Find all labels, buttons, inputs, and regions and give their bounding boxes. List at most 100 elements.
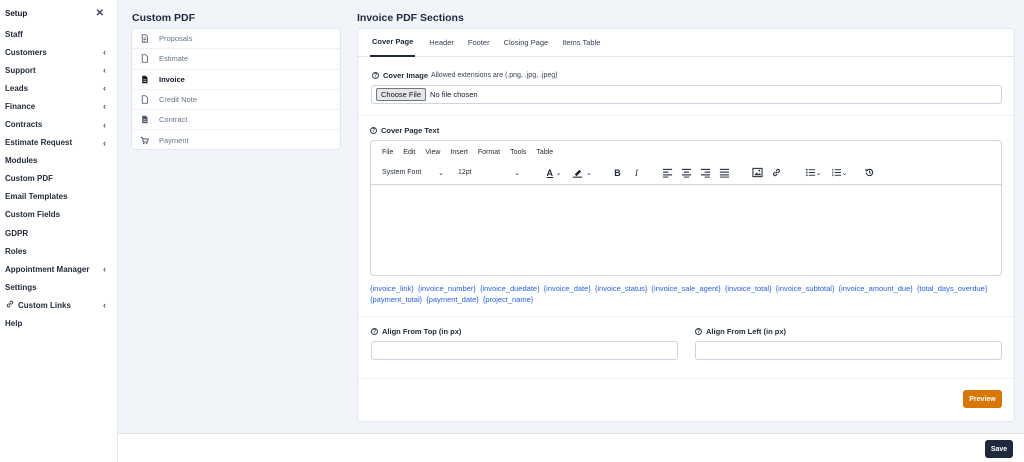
pdf-type-label: Contract <box>159 115 188 125</box>
editor-menu-insert[interactable]: Insert <box>450 149 468 161</box>
pdf-type-proposals[interactable]: Proposals <box>132 29 340 50</box>
sidebar-item-staff[interactable]: Staff <box>0 25 117 43</box>
merge-field-link[interactable]: {invoice_link} <box>370 284 414 293</box>
pdf-type-label: Proposals <box>159 34 193 44</box>
font-family-select[interactable]: System Font ⌄ <box>378 165 448 181</box>
tab-cover-page[interactable]: Cover Page <box>370 29 416 57</box>
tab-footer[interactable]: Footer <box>468 29 490 57</box>
cart-icon <box>140 136 149 145</box>
sidebar-item-label: Email Templates <box>5 192 68 202</box>
text-color-icon[interactable]: A ⌄ <box>540 165 568 181</box>
sidebar-item-label: Finance <box>5 101 36 111</box>
save-button[interactable]: Save <box>985 440 1013 458</box>
font-size-select[interactable]: 12pt ⌄ <box>454 165 524 181</box>
help-icon: ? <box>695 328 702 335</box>
pdf-type-label: Credit Note <box>159 95 197 105</box>
align-left-label: ? Align From Left (in px) <box>695 327 786 336</box>
sidebar-item-custom-links[interactable]: Custom Links ‹ <box>0 296 117 314</box>
sidebar-item-roles[interactable]: Roles <box>0 242 117 260</box>
sidebar-item-label: Customers <box>5 47 47 57</box>
editor-menu-tools[interactable]: Tools <box>510 149 526 161</box>
sidebar-item-finance[interactable]: Finance ‹ <box>0 97 117 115</box>
rich-text-editor: File Edit View Insert Format Tools Table Syste… <box>370 140 1002 276</box>
align-justify-icon[interactable] <box>715 165 734 181</box>
invoice-icon <box>140 75 149 84</box>
editor-menu-format[interactable]: Format <box>478 149 500 161</box>
merge-field-link[interactable]: {invoice_number} <box>418 284 476 293</box>
editor-menu-file[interactable]: File <box>382 149 393 161</box>
merge-field-link[interactable]: {invoice_total} <box>725 284 772 293</box>
editor-menu-view[interactable]: View <box>425 149 440 161</box>
history-icon[interactable] <box>860 165 879 181</box>
merge-field-link[interactable]: {invoice_date} <box>544 284 591 293</box>
sidebar-item-contracts[interactable]: Contracts ‹ <box>0 115 117 133</box>
sidebar-item-label: GDPR <box>5 228 29 238</box>
pdf-type-contract[interactable]: Contract <box>132 110 340 131</box>
sidebar-item-label: Custom PDF <box>5 174 53 184</box>
sidebar-item-label: Modules <box>5 156 38 166</box>
preview-button[interactable]: Preview <box>963 390 1002 408</box>
sidebar-item-appointment-manager[interactable]: Appointment Manager ‹ <box>0 260 117 278</box>
pdf-type-label: Invoice <box>159 74 185 84</box>
numbered-list-icon[interactable]: ⌄ <box>826 165 852 181</box>
pdf-type-list: Proposals Estimate Invoice Credit Note Contr… <box>131 28 341 150</box>
chevron-left-icon: ‹ <box>103 300 106 311</box>
merge-field-link[interactable]: {payment_date} <box>426 295 479 304</box>
editor-menu-edit[interactable]: Edit <box>403 149 415 161</box>
sidebar-item-leads[interactable]: Leads ‹ <box>0 79 117 97</box>
editor-menu-table[interactable]: Table <box>536 149 553 161</box>
image-icon[interactable] <box>748 165 767 181</box>
align-right-icon[interactable] <box>696 165 715 181</box>
sidebar-item-modules[interactable]: Modules <box>0 152 117 170</box>
link-icon[interactable] <box>767 165 786 181</box>
sidebar-item-settings[interactable]: Settings <box>0 278 117 296</box>
merge-field-link[interactable]: {invoice_duedate} <box>480 284 540 293</box>
align-center-icon[interactable] <box>677 165 696 181</box>
sidebar-item-label: Custom Links <box>18 300 71 310</box>
sidebar-item-custom-pdf[interactable]: Custom PDF <box>0 170 117 188</box>
editor-content-area[interactable] <box>371 185 1001 271</box>
sidebar-item-gdpr[interactable]: GDPR <box>0 224 117 242</box>
cover-text-label: ? Cover Page Text <box>370 126 440 135</box>
merge-field-link[interactable]: {invoice_status} <box>595 284 648 293</box>
merge-field-link[interactable]: {invoice_amount_due} <box>839 284 913 293</box>
sidebar-item-support[interactable]: Support ‹ <box>0 61 117 79</box>
pdf-type-estimate[interactable]: Estimate <box>132 49 340 70</box>
tab-items-table[interactable]: Items Table <box>562 29 600 57</box>
sidebar-item-custom-fields[interactable]: Custom Fields <box>0 206 117 224</box>
sidebar-item-estimate-request[interactable]: Estimate Request ‹ <box>0 134 117 152</box>
cover-image-file-input[interactable]: Choose File No file chosen <box>371 85 1002 104</box>
italic-icon[interactable]: I <box>627 165 646 181</box>
chevron-left-icon: ‹ <box>103 137 106 148</box>
tab-closing-page[interactable]: Closing Page <box>504 29 549 57</box>
bold-icon[interactable]: B <box>608 165 627 181</box>
cover-image-label: ? Cover Image Allowed extensions are (.p… <box>372 71 558 80</box>
highlight-color-icon[interactable]: ⌄ <box>568 165 596 181</box>
merge-field-link[interactable]: {payment_total} <box>370 295 422 304</box>
merge-field-link[interactable]: {total_days_overdue} <box>917 284 987 293</box>
help-icon: ? <box>370 127 377 134</box>
chevron-left-icon: ‹ <box>103 47 106 58</box>
sections-title: Invoice PDF Sections <box>357 12 464 24</box>
close-icon[interactable]: ✕ <box>96 8 104 19</box>
merge-field-link[interactable]: {invoice_subtotal} <box>776 284 835 293</box>
align-top-input[interactable] <box>371 341 678 360</box>
sidebar-item-email-templates[interactable]: Email Templates <box>0 188 117 206</box>
align-left-input[interactable] <box>695 341 1002 360</box>
choose-file-button[interactable]: Choose File <box>376 88 427 101</box>
bullet-list-icon[interactable]: ⌄ <box>800 165 826 181</box>
sidebar-item-label: Estimate Request <box>5 138 73 148</box>
chevron-down-icon: ⌄ <box>438 169 444 177</box>
pdf-type-credit-note[interactable]: Credit Note <box>132 90 340 111</box>
sidebar-title: Setup <box>5 8 28 18</box>
tab-header[interactable]: Header <box>429 29 454 57</box>
sidebar-item-label: Roles <box>5 246 27 256</box>
merge-field-link[interactable]: {invoice_sale_agent} <box>652 284 721 293</box>
pdf-type-payment[interactable]: Payment <box>132 130 340 149</box>
section-tabs: Cover Page Header Footer Closing Page Items … <box>358 29 1014 57</box>
merge-field-link[interactable]: {project_name} <box>483 295 533 304</box>
sidebar-item-customers[interactable]: Customers ‹ <box>0 43 117 61</box>
pdf-type-invoice[interactable]: Invoice <box>132 70 340 90</box>
align-left-icon[interactable] <box>658 165 677 181</box>
sidebar-item-help[interactable]: Help <box>0 315 117 333</box>
